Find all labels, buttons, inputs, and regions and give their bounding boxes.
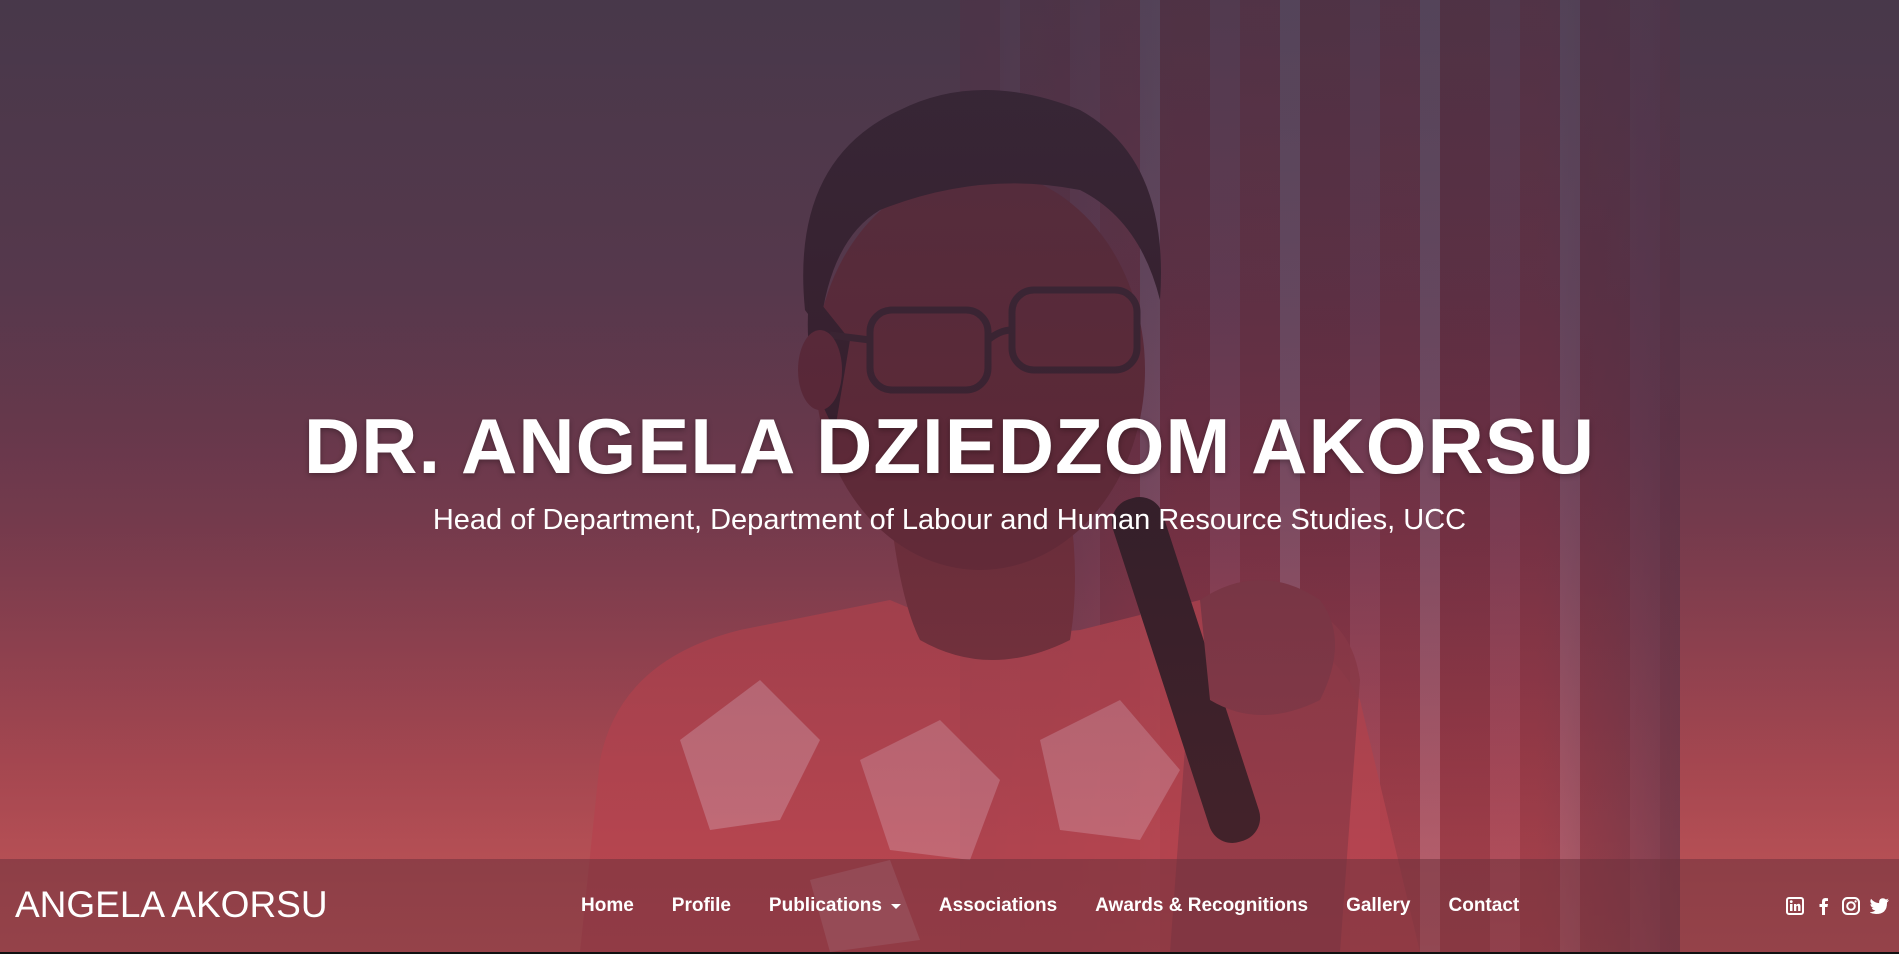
nav-item-contact[interactable]: Contact xyxy=(1430,895,1539,917)
hero-section: DR. ANGELA DZIEDZOM AKORSU Head of Depar… xyxy=(0,0,1899,952)
nav-item-label: Awards & Recognitions xyxy=(1095,894,1309,916)
nav-item-label: Publications xyxy=(768,894,882,916)
nav-links: Home Profile Publications Associations A… xyxy=(562,859,1538,952)
hero-title: DR. ANGELA DZIEDZOM AKORSU xyxy=(303,402,1596,490)
social-links xyxy=(1777,859,1889,952)
hero-text: DR. ANGELA DZIEDZOM AKORSU Head of Depar… xyxy=(0,400,1899,540)
linkedin-icon[interactable] xyxy=(1785,896,1805,916)
nav-item-home[interactable]: Home xyxy=(562,895,653,917)
nav-item-gallery[interactable]: Gallery xyxy=(1327,895,1429,917)
nav-item-label: Profile xyxy=(671,894,731,916)
nav-item-profile[interactable]: Profile xyxy=(653,895,750,917)
instagram-icon[interactable] xyxy=(1841,896,1861,916)
caret-down-icon xyxy=(890,903,901,909)
facebook-icon[interactable] xyxy=(1813,896,1833,916)
nav-item-label: Contact xyxy=(1448,894,1520,916)
nav-item-publications[interactable]: Publications xyxy=(750,895,920,917)
brand-logo[interactable]: ANGELA AKORSU xyxy=(15,883,328,927)
nav-item-associations[interactable]: Associations xyxy=(920,895,1076,917)
nav-item-label: Home xyxy=(581,894,634,916)
twitter-icon[interactable] xyxy=(1869,896,1889,916)
navbar: ANGELA AKORSU Home Profile Publications … xyxy=(0,859,1899,952)
nav-item-label: Associations xyxy=(938,894,1058,916)
hero-subtitle: Head of Department, Department of Labour… xyxy=(432,504,1467,536)
nav-item-label: Gallery xyxy=(1346,894,1411,916)
nav-item-awards[interactable]: Awards & Recognitions xyxy=(1076,895,1327,917)
